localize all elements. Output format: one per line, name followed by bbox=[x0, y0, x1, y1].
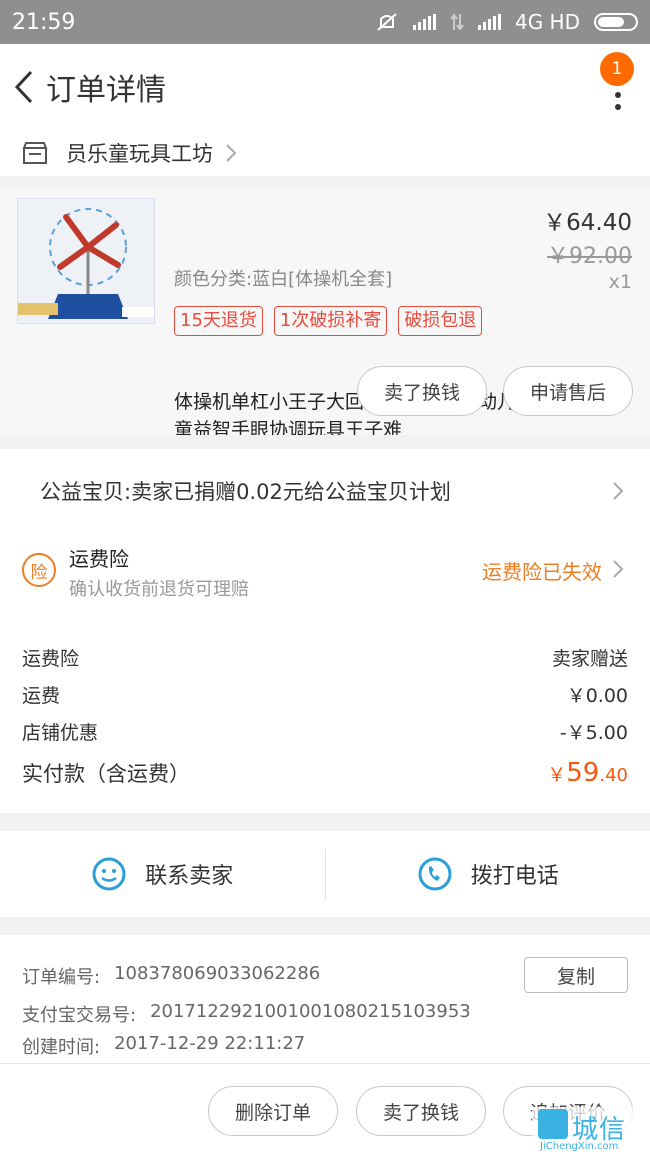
copy-button[interactable]: 复制 bbox=[524, 957, 628, 993]
store-icon bbox=[22, 142, 48, 164]
service-tag: 破损包退 bbox=[398, 306, 483, 336]
shop-row[interactable]: 员乐童玩具工坊 bbox=[0, 130, 650, 176]
chevron-right-icon bbox=[613, 560, 624, 578]
order-number: 108378069033062286 bbox=[114, 963, 321, 984]
product-thumbnail[interactable] bbox=[17, 198, 155, 324]
created-time: 2017-12-29 22:11:27 bbox=[114, 1033, 306, 1054]
page-title: 订单详情 bbox=[46, 73, 166, 108]
original-price: ￥92.00 bbox=[547, 244, 632, 269]
product-variant: 颜色分类:蓝白[体操机全套] bbox=[174, 269, 393, 290]
signal-icon-2 bbox=[477, 14, 501, 30]
shipping-insurance-row[interactable]: 险 运费险 确认收货前退货可理赔 运费险已失效 bbox=[0, 533, 650, 613]
sell-button-bottom[interactable]: 卖了换钱 bbox=[356, 1086, 486, 1136]
call-phone-button[interactable]: 拨打电话 bbox=[326, 831, 650, 917]
chevron-right-icon bbox=[226, 144, 237, 162]
order-info: 订单编号: 108378069033062286 支付宝交易号: 2017122… bbox=[0, 935, 650, 1065]
call-phone-label: 拨打电话 bbox=[470, 864, 559, 889]
status-time: 21:59 bbox=[12, 9, 76, 35]
mute-icon bbox=[377, 13, 397, 31]
fee-row: 运费险 卖家赠送 bbox=[22, 639, 628, 676]
watermark-logo-icon bbox=[538, 1109, 568, 1139]
notification-badge: 1 bbox=[600, 52, 634, 86]
order-item[interactable]: 体操机单杠小王子大回环亲子桌游互动儿童益智手眼协调玩具王子难 颜色分类:蓝白[体… bbox=[0, 188, 650, 441]
data-arrows-icon bbox=[450, 13, 464, 31]
signal-icon bbox=[412, 14, 436, 30]
charity-row[interactable]: 公益宝贝:卖家已捐赠0.02元给公益宝贝计划 bbox=[0, 435, 650, 533]
service-tag: 15天退货 bbox=[174, 306, 263, 336]
total-currency: ￥ bbox=[547, 764, 567, 786]
insurance-subtitle: 确认收货前退货可理赔 bbox=[69, 579, 249, 600]
contact-bar: 联系卖家 拨打电话 bbox=[0, 831, 650, 917]
service-tag: 1次破损补寄 bbox=[273, 306, 388, 336]
network-type: 4G HD bbox=[514, 10, 580, 34]
watermark: 城信 JiChengXin.com bbox=[532, 1107, 650, 1155]
after-sales-button[interactable]: 申请售后 bbox=[503, 366, 633, 416]
fee-label: 运费 bbox=[22, 685, 61, 707]
fee-label: 店铺优惠 bbox=[22, 722, 99, 744]
shop-name: 员乐童玩具工坊 bbox=[66, 142, 213, 166]
product-price: ￥64.40 bbox=[543, 210, 632, 236]
total-amount: ￥59.40 bbox=[547, 758, 628, 788]
insurance-title: 运费险 bbox=[69, 547, 129, 571]
fee-row: 店铺优惠 -￥5.00 bbox=[22, 713, 628, 750]
battery-icon bbox=[594, 13, 638, 31]
chevron-right-icon bbox=[613, 482, 624, 500]
fee-value: 卖家赠送 bbox=[551, 648, 628, 670]
fee-summary: 运费险 卖家赠送 运费 ￥0.00 店铺优惠 -￥5.00 实付款（含运费） ￥… bbox=[0, 613, 650, 813]
created-time-row: 创建时间: 2017-12-29 22:11:27 bbox=[22, 1033, 650, 1059]
phone-icon bbox=[418, 857, 452, 891]
chevron-left-icon bbox=[14, 70, 33, 104]
delete-order-button[interactable]: 删除订单 bbox=[208, 1086, 338, 1136]
nav-bar: 订单详情 1 bbox=[0, 44, 650, 130]
total-row: 实付款（含运费） ￥59.40 bbox=[22, 750, 628, 796]
alipay-number: 2017122921001001080215103953 bbox=[150, 1001, 471, 1022]
total-label: 实付款（含运费） bbox=[22, 762, 190, 786]
fee-value: -￥5.00 bbox=[559, 722, 628, 744]
contact-seller-label: 联系卖家 bbox=[145, 864, 234, 889]
alipay-number-row: 支付宝交易号: 2017122921001001080215103953 bbox=[22, 1001, 650, 1027]
fee-label: 运费险 bbox=[22, 648, 80, 670]
total-integer: 59 bbox=[566, 758, 600, 788]
watermark-url: JiChengXin.com bbox=[540, 1141, 619, 1152]
status-bar: 21:59 4G HD bbox=[0, 0, 650, 44]
chat-smile-icon bbox=[92, 857, 126, 891]
alipay-number-label: 支付宝交易号: bbox=[22, 1005, 137, 1026]
sell-button[interactable]: 卖了换钱 bbox=[357, 366, 487, 416]
charity-text: 公益宝贝:卖家已捐赠0.02元给公益宝贝计划 bbox=[40, 480, 451, 504]
back-button[interactable] bbox=[4, 44, 44, 130]
fee-value: ￥0.00 bbox=[566, 685, 628, 707]
fee-row: 运费 ￥0.00 bbox=[22, 676, 628, 713]
order-number-label: 订单编号: bbox=[22, 967, 101, 988]
product-quantity: x1 bbox=[608, 271, 632, 293]
total-decimal: .40 bbox=[599, 765, 628, 786]
created-time-label: 创建时间: bbox=[22, 1037, 101, 1058]
insurance-status: 运费险已失效 bbox=[482, 560, 602, 584]
insurance-icon: 险 bbox=[22, 553, 56, 587]
contact-seller-button[interactable]: 联系卖家 bbox=[0, 831, 325, 917]
